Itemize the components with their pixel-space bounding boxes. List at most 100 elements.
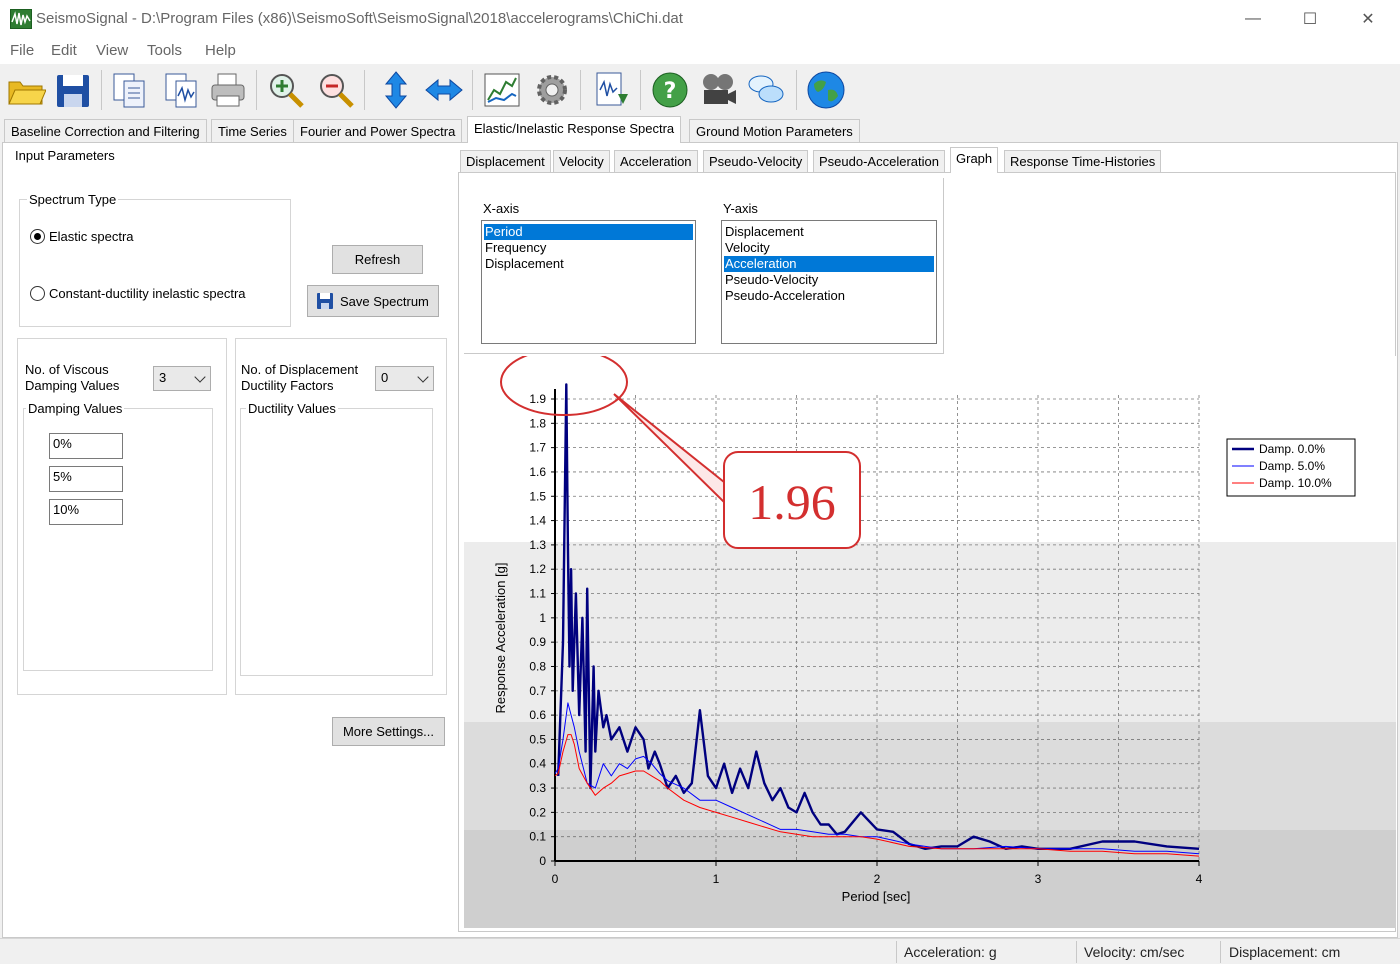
ductility-values-group [240,408,433,676]
vertical-scale-icon[interactable] [376,70,416,110]
subtab-displacement[interactable]: Displacement [460,150,551,173]
close-button[interactable]: ✕ [1345,0,1391,38]
ductility-values-label: Ductility Values [246,401,338,416]
tab-ground-motion[interactable]: Ground Motion Parameters [689,119,860,143]
no-viscous-value: 3 [159,370,167,385]
horizontal-scale-icon[interactable] [424,70,464,110]
y-tick-label: 0.7 [529,684,546,698]
more-settings-button[interactable]: More Settings... [332,717,445,746]
y-tick-label: 1.3 [529,538,546,552]
settings-gear-icon[interactable] [532,70,572,110]
save-spectrum-label: Save Spectrum [340,293,429,309]
yaxis-label: Y-axis [723,201,758,216]
globe-icon[interactable] [806,70,846,110]
no-viscous-label-line1: No. of Viscous [25,362,109,377]
menu-view[interactable]: View [96,42,128,59]
y-tick-label: 1.2 [529,562,546,576]
save-icon [317,293,333,309]
xaxis-item-frequency[interactable]: Frequency [484,240,546,256]
response-spectrum-chart: 0 0.1 0.2 0.3 0.4 0.5 0.6 0.7 0.8 0.9 1 1.1 1.2 1.3 1.… [464,356,1396,928]
yaxis-item-acceleration[interactable]: Acceleration [724,256,934,272]
no-ductility-value: 0 [381,370,389,385]
copy-graph-icon[interactable] [162,70,202,110]
legend-label-2: Damp. 10.0% [1259,476,1332,490]
chart-band-4 [464,830,1396,928]
x-tick-label: 1 [713,872,720,886]
x-tick-label: 2 [874,872,881,886]
save-icon[interactable] [54,70,94,110]
no-displacement-label-line2: Ductility Factors [241,378,334,393]
damping-values-label: Damping Values [26,401,125,416]
subtab-response-time-histories[interactable]: Response Time-Histories [1004,150,1162,173]
xaxis-item-period[interactable]: Period [484,224,693,240]
save-spectrum-button[interactable]: Save Spectrum [307,285,439,317]
y-tick-label: 0.9 [529,635,546,649]
subtab-pseudo-acceleration[interactable]: Pseudo-Acceleration [813,150,945,173]
menu-help[interactable]: Help [205,42,236,59]
status-velocity: Velocity: cm/sec [1084,944,1185,960]
svg-text:?: ? [664,79,677,104]
no-displacement-label-line1: No. of Displacement [241,362,359,377]
app-logo-icon [10,9,32,29]
subtab-graph[interactable]: Graph [950,147,999,173]
open-folder-icon[interactable] [6,70,47,110]
elastic-radio[interactable] [30,229,45,244]
tab-response-spectra[interactable]: Elastic/Inelastic Response Spectra [467,116,682,143]
damping-field-1[interactable]: 0% [49,433,123,459]
y-tick-label: 0.6 [529,708,546,722]
y-tick-label: 1.7 [529,441,546,455]
status-displacement: Displacement: cm [1229,944,1341,960]
print-icon[interactable] [208,70,248,110]
inelastic-radio[interactable] [30,286,45,301]
x-tick-label: 0 [552,872,559,886]
subtab-pseudo-velocity[interactable]: Pseudo-Velocity [703,150,809,173]
no-viscous-combo[interactable]: 3 [153,366,211,391]
menu-tools[interactable]: Tools [147,42,182,59]
chat-icon[interactable] [746,70,786,110]
yaxis-item-velocity[interactable]: Velocity [724,240,770,256]
spectrum-type-group [19,199,291,327]
damping-field-2[interactable]: 5% [49,466,123,492]
zoom-out-icon[interactable] [316,70,356,110]
xaxis-label: X-axis [483,201,520,216]
inelastic-label: Constant-ductility inelastic spectra [49,286,246,301]
copy-icon[interactable] [110,70,150,110]
chart-icon[interactable] [482,70,522,110]
subtab-acceleration[interactable]: Acceleration [614,150,698,173]
y-tick-label: 0.3 [529,781,546,795]
x-axis-label: Period [sec] [842,889,911,904]
yaxis-item-displacement[interactable]: Displacement [724,224,804,240]
tab-time-series[interactable]: Time Series [211,119,294,143]
yaxis-listbox[interactable]: Displacement Velocity Acceleration Pseud… [721,220,937,344]
export-icon[interactable] [592,70,632,110]
tab-baseline-correction[interactable]: Baseline Correction and Filtering [4,119,207,143]
tab-fourier-spectra[interactable]: Fourier and Power Spectra [293,119,463,143]
menu-file[interactable]: File [10,42,34,59]
status-bar: Acceleration: g Velocity: cm/sec Displac… [0,938,1400,964]
y-tick-label: 0.8 [529,659,546,673]
no-viscous-label-line2: Damping Values [25,378,120,393]
menu-edit[interactable]: Edit [51,42,77,59]
zoom-in-icon[interactable] [266,70,306,110]
yaxis-item-pseudo-acceleration[interactable]: Pseudo-Acceleration [724,288,845,304]
status-acceleration: Acceleration: g [904,944,997,960]
window-title: SeismoSignal - D:\Program Files (x86)\Se… [36,10,683,27]
annotation-text: 1.96 [748,474,836,530]
subtab-velocity[interactable]: Velocity [553,150,610,173]
help-icon[interactable]: ? [650,70,690,110]
xaxis-listbox[interactable]: Period Frequency Displacement [481,220,696,344]
y-tick-label: 1.8 [529,416,546,430]
no-ductility-combo[interactable]: 0 [375,366,434,391]
maximize-button[interactable]: ☐ [1287,0,1333,38]
xaxis-item-displacement[interactable]: Displacement [484,256,564,272]
y-tick-label: 0.1 [529,830,546,844]
y-tick-label: 0.4 [529,757,546,771]
damping-field-3[interactable]: 10% [49,499,123,525]
video-icon[interactable] [698,70,738,110]
y-tick-label: 1.5 [529,489,546,503]
y-tick-label: 1.1 [529,587,546,601]
elastic-label: Elastic spectra [49,229,134,244]
yaxis-item-pseudo-velocity[interactable]: Pseudo-Velocity [724,272,818,288]
refresh-button[interactable]: Refresh [332,245,423,274]
minimize-button[interactable]: — [1230,0,1276,38]
